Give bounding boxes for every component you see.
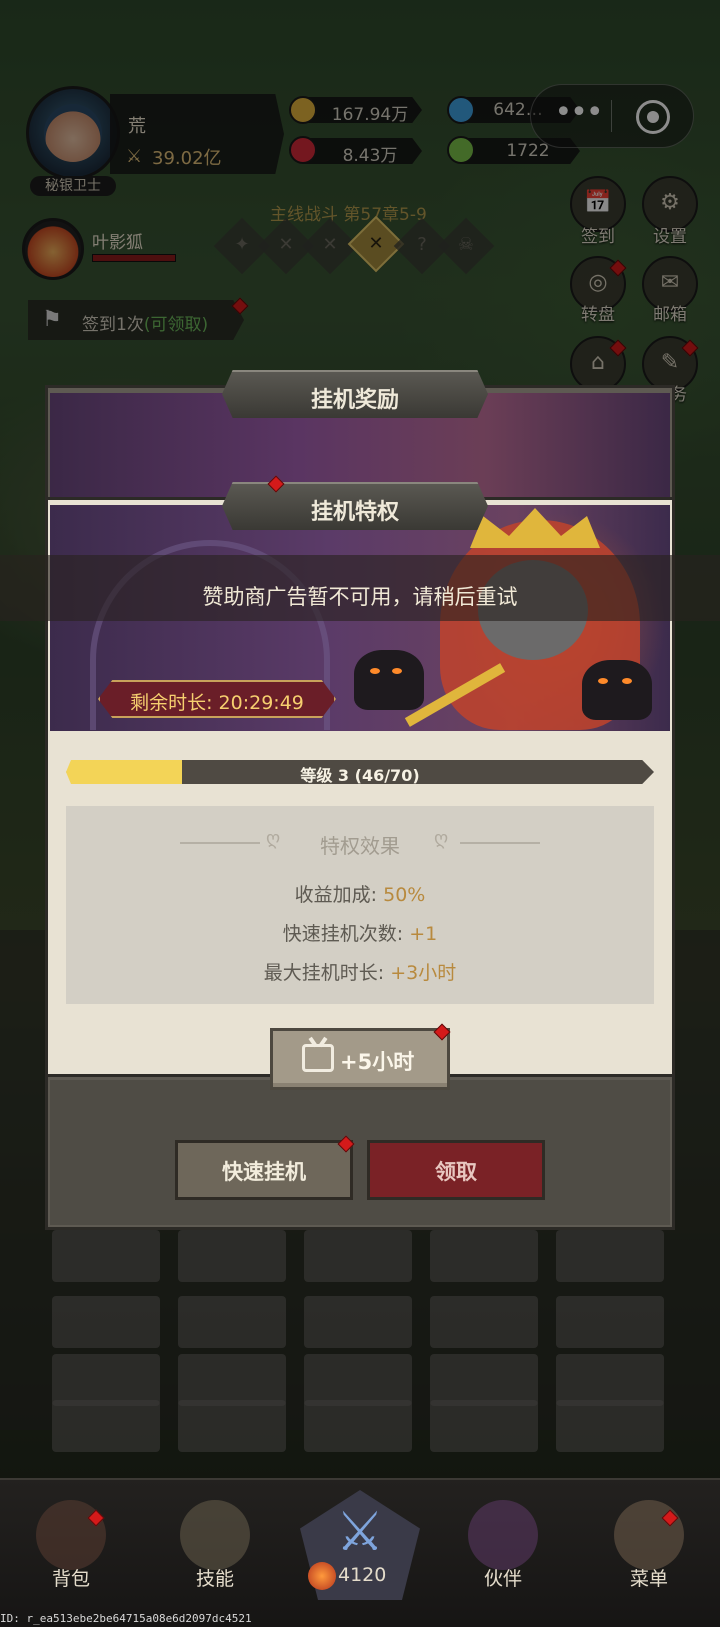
- slot-cell: [430, 1400, 538, 1452]
- divider-line: [460, 842, 540, 844]
- nav-label-skills[interactable]: 技能: [170, 1564, 260, 1591]
- slot-cell: [52, 1400, 160, 1452]
- effect-label: 快速挂机次数:: [282, 923, 410, 945]
- slot-cell: [430, 1230, 538, 1282]
- swirl-ornament-icon: ღ: [434, 828, 449, 849]
- watch-ad-extend-label: +5小时: [340, 1050, 415, 1074]
- menu-book-icon[interactable]: [614, 1500, 684, 1570]
- effect-max-idle-time: 最大挂机时长: +3小时: [66, 958, 654, 985]
- slot-cell: [178, 1230, 286, 1282]
- privilege-title: 挂机特权: [310, 500, 399, 525]
- black-cat-left: [354, 650, 424, 710]
- slot-cell: [304, 1400, 412, 1452]
- effect-label: 收益加成:: [294, 884, 384, 906]
- effect-income-bonus: 收益加成: 50%: [66, 880, 654, 907]
- cat-eye: [598, 678, 608, 684]
- idle-reward-footer: [50, 1080, 670, 1225]
- slot-cell: [556, 1354, 664, 1406]
- idle-reward-title: 挂机奖励: [310, 388, 399, 413]
- remaining-time: 剩余时长: 20:29:49: [130, 692, 304, 714]
- effect-value: 50%: [383, 884, 426, 906]
- slot-cell: [52, 1354, 160, 1406]
- effect-quick-idle-count: 快速挂机次数: +1: [66, 919, 654, 946]
- toast-message: 赞助商广告暂不可用，请稍后重试: [202, 585, 518, 609]
- privilege-level-text: 等级 3 (46/70): [300, 766, 420, 785]
- effect-value: +1: [409, 923, 438, 945]
- slot-cell: [304, 1354, 412, 1406]
- slot-cell: [52, 1296, 160, 1348]
- slot-cell: [430, 1296, 538, 1348]
- cat-eye: [392, 668, 402, 674]
- bat-wing-icon[interactable]: [468, 1500, 538, 1570]
- slot-cell: [178, 1400, 286, 1452]
- slot-cell: [556, 1400, 664, 1452]
- quick-idle-label: 快速挂机: [222, 1160, 306, 1184]
- claim-label: 领取: [435, 1160, 477, 1184]
- crossed-swords-icon: ⚔: [335, 1500, 385, 1563]
- slot-cell: [52, 1230, 160, 1282]
- slot-cell: [304, 1296, 412, 1348]
- nav-label-menu[interactable]: 菜单: [604, 1564, 694, 1591]
- effect-label: 最大挂机时长:: [263, 962, 391, 984]
- battle-energy-count: 4120: [338, 1564, 387, 1586]
- effect-value: +3小时: [390, 962, 457, 984]
- nav-label-backpack[interactable]: 背包: [26, 1564, 116, 1591]
- black-cat-right: [582, 660, 652, 720]
- debug-session-id: ID: r_ea513ebe2be64715a08e6d2097dc4521: [0, 1612, 252, 1625]
- cat-eye: [622, 678, 632, 684]
- slot-cell: [430, 1354, 538, 1406]
- slot-cell: [556, 1296, 664, 1348]
- cat-eye: [370, 668, 380, 674]
- privilege-effects-title: 特权效果: [320, 834, 400, 858]
- slot-cell: [178, 1296, 286, 1348]
- slot-cell: [556, 1230, 664, 1282]
- slot-cell: [304, 1230, 412, 1282]
- nav-label-partners[interactable]: 伙伴: [458, 1564, 548, 1591]
- tv-icon: [302, 1044, 334, 1072]
- skill-book-icon[interactable]: [180, 1500, 250, 1570]
- fire-orb-icon: [308, 1562, 336, 1590]
- slot-cell: [178, 1354, 286, 1406]
